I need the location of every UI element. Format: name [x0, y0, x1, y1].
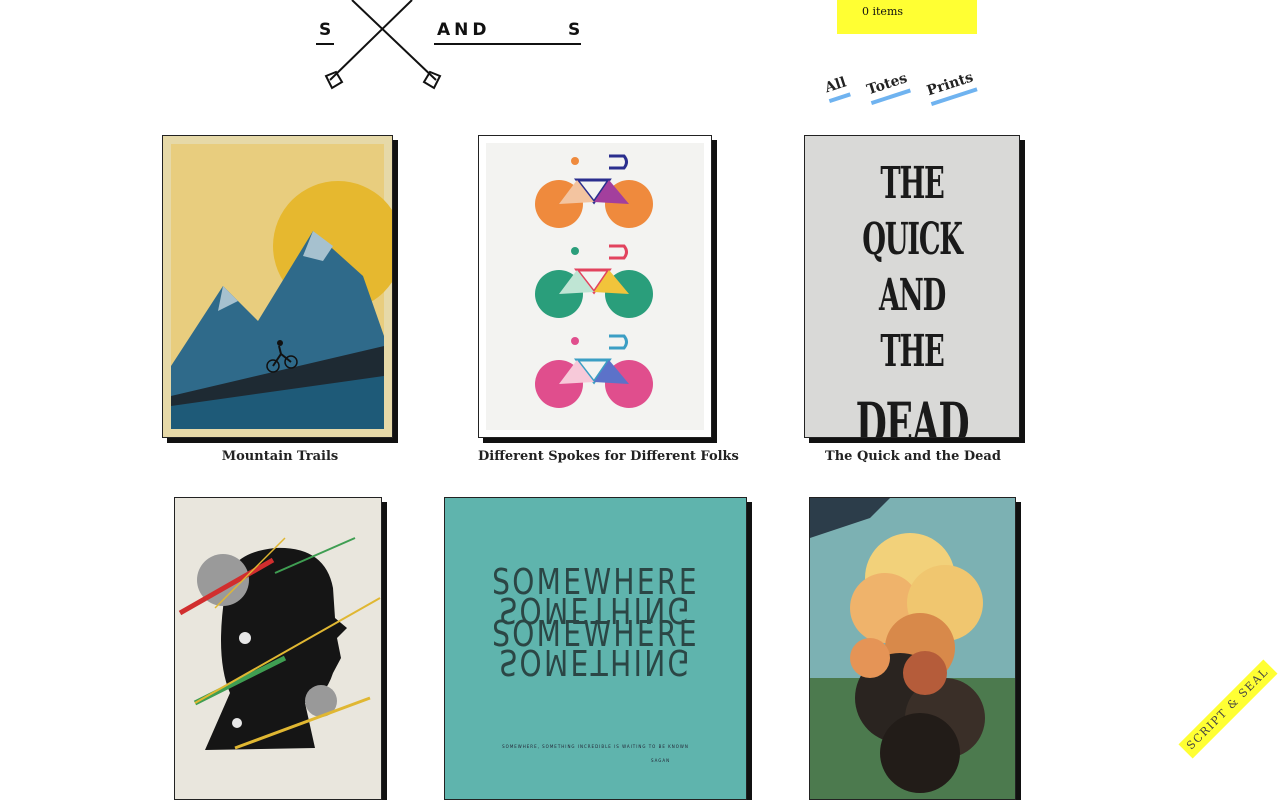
product-title[interactable]: Different Spokes for Different Folks [478, 449, 739, 464]
product-card-somewhere-something[interactable]: SOMEWHERE SOMETHING SOMEWHERE SOMETHING … [444, 497, 747, 800]
mountain-poster-image [171, 144, 392, 429]
script-and-seal-badge[interactable]: SCRIPT & SEAL [1178, 659, 1278, 759]
explosion-poster-image [810, 498, 1015, 799]
logo-letter-left: S [319, 20, 336, 40]
filter-prints[interactable]: Prints [924, 69, 978, 106]
filter-all[interactable]: All [822, 74, 851, 103]
silhouette-poster-image [178, 537, 381, 750]
product-title[interactable]: The Quick and the Dead [804, 449, 1022, 464]
crossed-keys-icon [324, 0, 442, 90]
poster-line: SOMETHING [499, 589, 692, 630]
poster-line: QUICK [862, 214, 963, 265]
bicycles-poster-image [486, 143, 704, 430]
product-card-different-spokes[interactable] [478, 135, 712, 438]
poster-author: SAGAN [651, 758, 671, 763]
poster-typography: THE QUICK AND THE DEAD [846, 156, 979, 438]
poster-line: THE [880, 158, 944, 209]
product-title[interactable]: Mountain Trails [162, 449, 398, 464]
logo-underline-left [316, 43, 334, 45]
poster-typography: SOMEWHERE SOMETHING SOMEWHERE SOMETHING [478, 565, 713, 683]
poster-caption: SOMEWHERE, SOMETHING INCREDIBLE IS WAITI… [502, 744, 689, 749]
poster-line: DEAD [855, 390, 970, 438]
logo-underline-right [434, 43, 581, 45]
cart-count: 0 items [862, 5, 904, 18]
product-card-explosion-collage[interactable] [809, 497, 1016, 800]
product-card-mountain-trails[interactable] [162, 135, 393, 438]
logo-and: AND [437, 20, 491, 40]
poster-line: AND THE [878, 270, 946, 377]
filter-totes[interactable]: Totes [864, 70, 912, 105]
cart-button[interactable]: 0 items [837, 0, 977, 34]
product-card-quick-and-dead[interactable]: THE QUICK AND THE DEAD [804, 135, 1020, 438]
product-card-space-silhouette[interactable] [174, 497, 382, 800]
logo-letter-right: S [568, 20, 585, 40]
poster-line: SOMETHING [499, 641, 692, 682]
